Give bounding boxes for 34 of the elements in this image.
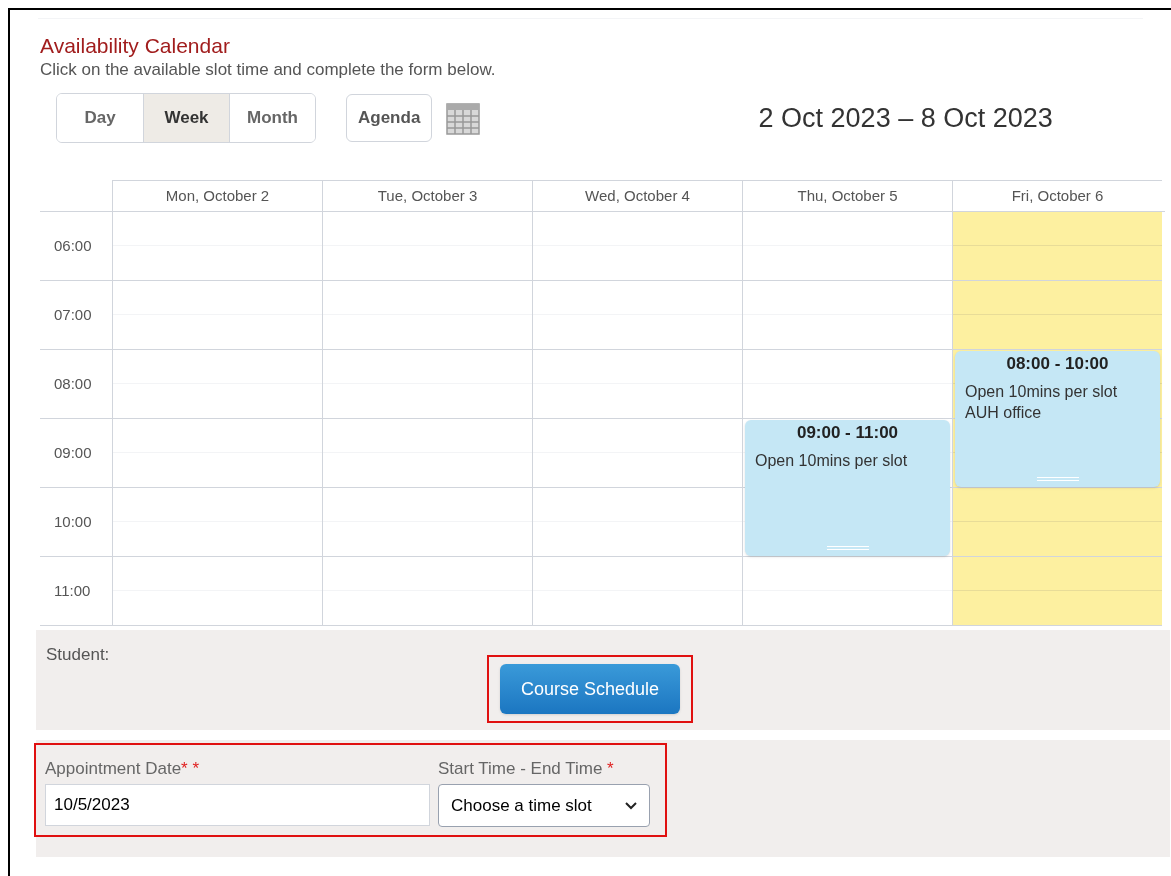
course-schedule-button[interactable]: Course Schedule [500, 664, 680, 714]
event-time: 08:00 - 10:00 [1005, 353, 1110, 375]
view-tab[interactable]: Month [229, 94, 315, 142]
instruction-text: Click on the available slot time and complete the form below. [40, 59, 497, 81]
field-label: Appointment Date* * [45, 758, 201, 780]
hour-label: 06:00 [54, 235, 92, 256]
day-header: Thu, October 5 [797, 185, 898, 206]
resize-handle[interactable] [826, 546, 869, 550]
event-text: AUH office [965, 403, 1043, 423]
appointment-date-field[interactable]: 10/5/2023 [45, 784, 430, 826]
event-time: 09:00 - 11:00 [795, 422, 900, 444]
hour-label: 09:00 [54, 442, 92, 463]
resize-handle[interactable] [1036, 477, 1079, 481]
event-text: Open 10mins per slot [965, 382, 1119, 402]
field-label: Start Time - End Time * [438, 758, 615, 780]
event-text: Open 10mins per slot [755, 451, 909, 471]
view-tab[interactable]: Week [143, 94, 229, 142]
chevron-down-icon [625, 801, 637, 810]
student-label: Student: [46, 644, 110, 666]
day-header: Fri, October 6 [1011, 185, 1104, 206]
date-range: 2 Oct 2023 – 8 Oct 2023 [758, 101, 1053, 135]
hour-label: 10:00 [54, 511, 92, 532]
day-header: Mon, October 2 [165, 185, 270, 206]
hour-label: 11:00 [54, 580, 91, 601]
calendar-icon[interactable] [446, 101, 481, 135]
time-slot-dropdown[interactable]: Choose a time slot [438, 784, 650, 827]
event-block[interactable]: 09:00 - 11:00 Open 10mins per slot [745, 420, 950, 556]
event-block[interactable]: 08:00 - 10:00 Open 10mins per slot AUH office [955, 351, 1160, 487]
day-header: Wed, October 4 [585, 185, 690, 206]
hour-label: 07:00 [54, 304, 92, 325]
day-header: Tue, October 3 [377, 185, 478, 206]
agenda-button[interactable]: Agenda [346, 94, 433, 142]
page-title: Availability Calendar [40, 33, 231, 59]
hour-label: 08:00 [54, 373, 92, 394]
